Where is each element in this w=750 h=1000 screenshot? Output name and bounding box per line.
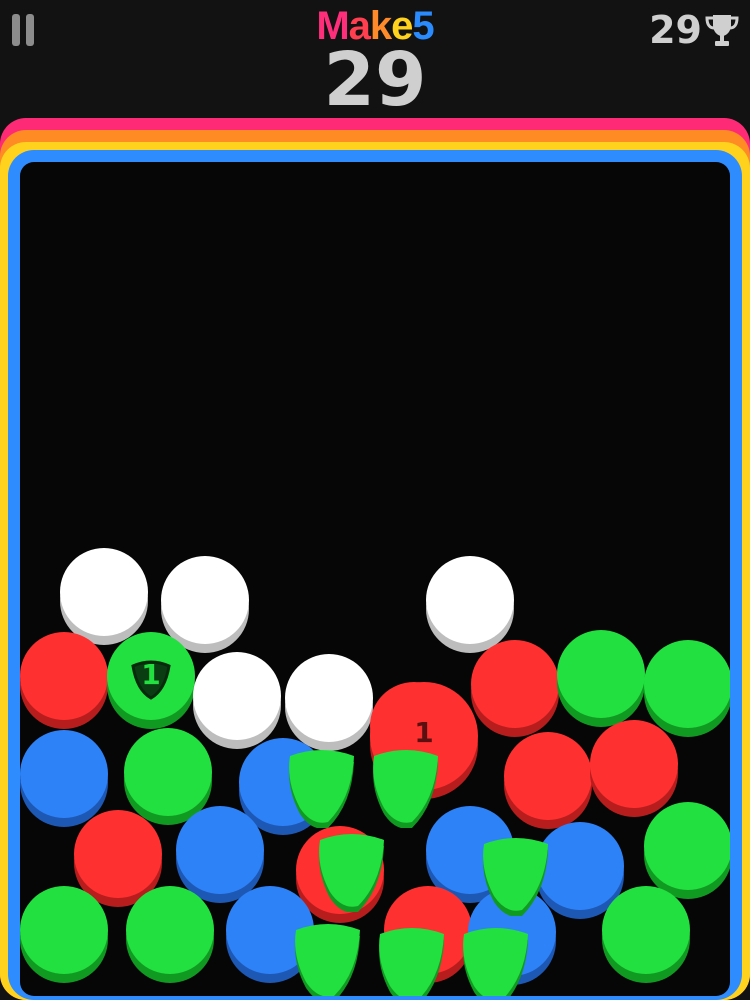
game-board-frame: 11 [0,118,750,1000]
current-score: 29 [323,37,427,123]
green-ball[interactable] [20,886,108,974]
ball-number: 1 [141,658,161,691]
green-triangle-piece[interactable] [476,832,556,916]
green-ball[interactable] [644,640,730,728]
game-board[interactable]: 11 [20,162,730,996]
white-ball[interactable] [426,556,514,644]
red-ball[interactable] [20,632,108,720]
green-triangle-piece[interactable] [312,828,392,912]
green-triangle-piece[interactable] [366,744,446,828]
green-ball[interactable] [557,630,645,718]
green-ball[interactable]: 1 [107,632,195,720]
green-triangle-piece[interactable] [282,744,362,828]
red-ball[interactable] [471,640,559,728]
white-ball[interactable] [193,652,281,740]
green-triangle-piece[interactable] [288,918,368,996]
red-ball[interactable] [590,720,678,808]
green-ball[interactable] [124,728,212,816]
green-ball[interactable] [644,802,730,890]
blue-ball[interactable] [20,730,108,818]
best-score-value: 29 [649,8,702,52]
best-score: 29 [649,8,740,52]
white-ball[interactable] [285,654,373,742]
green-ball[interactable] [126,886,214,974]
blue-ball[interactable] [176,806,264,894]
trophy-icon [705,15,739,46]
green-triangle-piece[interactable] [456,922,536,996]
white-ball[interactable] [161,556,249,644]
white-ball[interactable] [60,548,148,636]
green-triangle-piece[interactable] [372,922,452,996]
red-ball[interactable] [74,810,162,898]
green-ball[interactable] [602,886,690,974]
red-ball[interactable] [504,732,592,820]
